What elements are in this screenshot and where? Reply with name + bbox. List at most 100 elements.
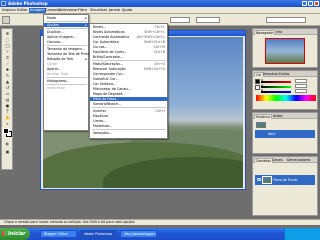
- option-field[interactable]: [170, 17, 190, 23]
- option-field[interactable]: [196, 17, 220, 23]
- background-color-chip[interactable]: [255, 85, 260, 90]
- menu-editar[interactable]: Editar: [16, 8, 29, 13]
- status-bar: Clique e arraste para mover camada ou se…: [0, 219, 320, 225]
- image-menu-item-tamanho-tela[interactable]: Tamanho da Tela de Pintura...: [44, 52, 96, 56]
- menu-item-label: Brilho/Contraste...: [93, 55, 123, 59]
- red-value-field[interactable]: [295, 79, 307, 83]
- tab-acoes[interactable]: Ações: [272, 114, 283, 119]
- adjust-item-posterizar[interactable]: Posterizar...: [90, 124, 168, 128]
- adjust-item-curvas[interactable]: Curvas... Ctrl+M: [90, 45, 168, 49]
- stamp-tool-icon[interactable]: ▲: [3, 79, 12, 84]
- start-button[interactable]: Iniciar: [0, 228, 30, 240]
- history-snapshot[interactable]: [255, 121, 315, 129]
- blue-slider[interactable]: [261, 91, 291, 93]
- marquee-tool-icon[interactable]: ⬚: [3, 37, 12, 42]
- blue-value-field[interactable]: [295, 89, 307, 93]
- adjust-item-sombra-realce[interactable]: Sombra/Realce...: [90, 102, 168, 106]
- adjust-item-contraste-automatico[interactable]: Contraste Automático Alt+Shift+Ctrl+L: [90, 35, 168, 39]
- visibility-eye-icon[interactable]: [257, 178, 261, 181]
- screen-mode-icon[interactable]: ▣: [3, 149, 12, 154]
- image-menu-item-aparar[interactable]: Aparar...: [44, 67, 89, 71]
- menu-filtro[interactable]: Filtro: [77, 8, 88, 13]
- history-brush-tool-icon[interactable]: ↺: [3, 85, 12, 90]
- taskbar-item-photoshop[interactable]: Adobe Photoshop: [80, 230, 117, 238]
- image-menu-item-rotacao[interactable]: Rotação de Tela ▸: [44, 57, 89, 61]
- dodge-tool-icon[interactable]: ●: [3, 103, 12, 108]
- tab-amostras[interactable]: Amostras: [262, 72, 279, 77]
- menu-janela[interactable]: Janela: [108, 8, 121, 13]
- image-menu-item-revelar-tudo: Revelar Tudo: [47, 72, 69, 76]
- layers-panel: Camadas Canais Demarcadores Plano de Fun…: [252, 156, 318, 216]
- eraser-tool-icon[interactable]: ▭: [3, 91, 12, 96]
- image-menu-item-aplicar-imagem[interactable]: Aplicar Imagem...: [44, 35, 89, 39]
- hand-tool-icon[interactable]: ✋: [3, 115, 12, 120]
- palette-well[interactable]: [266, 17, 306, 23]
- green-slider[interactable]: [261, 86, 291, 88]
- menu-item-label: Mapa de Degradê...: [93, 92, 126, 96]
- menu-ajuda[interactable]: Ajuda: [121, 8, 133, 13]
- adjust-item-equilibrio-cores[interactable]: Equilíbrio de Cores... Ctrl+B: [90, 50, 168, 54]
- history-item[interactable]: Abrir: [255, 130, 315, 138]
- adjust-item-cor-automatica[interactable]: Cor Automática Shift+Ctrl+B: [90, 40, 168, 44]
- adjust-item-remover-saturacao[interactable]: Remover Saturação Shift+Ctrl+U: [90, 67, 168, 71]
- menu-visualizar[interactable]: Visualizar: [89, 8, 108, 13]
- image-menu-item-ajustes[interactable]: Ajustes ▸: [44, 23, 89, 27]
- adjust-item-brilho-contraste[interactable]: Brilho/Contraste...: [90, 55, 168, 59]
- menu-arquivo[interactable]: Arquivo: [1, 8, 17, 13]
- image-menu-item-modo[interactable]: Modo ▸: [44, 16, 89, 20]
- slice-tool-icon[interactable]: ⟋: [3, 61, 12, 66]
- tab-estilos[interactable]: Estilos: [278, 72, 290, 77]
- crop-tool-icon[interactable]: ⌗: [3, 55, 12, 60]
- adjust-item-corresponder-cor[interactable]: Corresponder Cor...: [90, 72, 168, 76]
- adjust-item-matiz-saturacao[interactable]: Matiz/Saturação... Ctrl+U: [90, 62, 168, 66]
- foreground-color-chip[interactable]: [255, 79, 260, 84]
- minimize-button[interactable]: [302, 1, 307, 6]
- submenu-arrow-icon: ▸: [85, 57, 87, 61]
- foreground-color-swatch[interactable]: [3, 128, 9, 134]
- tool-preset-picker[interactable]: [2, 16, 10, 24]
- taskbar-item-browser[interactable]: http://www.blogger.com: [120, 230, 157, 238]
- healing-brush-tool-icon[interactable]: ✚: [3, 67, 12, 72]
- taskbar-item-blogger[interactable]: Blogger: Editor: [40, 230, 77, 238]
- tab-navegador[interactable]: Navegador: [254, 30, 276, 35]
- adjust-item-limiar[interactable]: Limiar...: [90, 119, 168, 123]
- adjust-item-niveis[interactable]: Níveis... Ctrl+L: [90, 25, 168, 29]
- menu-bar: Arquivo Editar Imagem Camada Selecionar …: [0, 7, 320, 14]
- adjust-item-misturador-canais[interactable]: Misturador de Canais...: [90, 87, 168, 91]
- close-button[interactable]: [314, 1, 319, 6]
- image-menu-item-duplicar[interactable]: Duplicar...: [44, 30, 89, 34]
- window-title: Adobe Photoshop: [8, 1, 48, 6]
- green-value-field[interactable]: [295, 84, 307, 88]
- adjust-item-inverter[interactable]: Inverter Ctrl+I: [90, 109, 168, 113]
- maximize-button[interactable]: [308, 1, 313, 6]
- adjust-item-niveis-automaticos[interactable]: Níveis Automáticos Shift+Ctrl+L: [90, 30, 168, 34]
- move-tool-icon[interactable]: ✥: [3, 31, 12, 36]
- adjust-item-variacoes[interactable]: Variações...: [90, 131, 168, 135]
- layer-row[interactable]: Plano de Fundo: [255, 175, 315, 185]
- adjust-item-mapa-degrade[interactable]: Mapa de Degradê...: [90, 92, 168, 96]
- menu-item-label: Cor Automática: [93, 40, 119, 44]
- submenu-arrow-icon: ▸: [85, 23, 87, 27]
- gradient-tool-icon[interactable]: ▤: [3, 97, 12, 102]
- color-ramp[interactable]: [256, 95, 316, 101]
- adjust-item-cor-seletiva[interactable]: Cor Seletiva...: [90, 82, 168, 86]
- image-menu-item-histograma[interactable]: Histograma...: [44, 79, 89, 83]
- lasso-tool-icon[interactable]: ◯: [3, 43, 12, 48]
- zoom-tool-icon[interactable]: ⌕: [3, 121, 12, 126]
- magic-wand-tool-icon[interactable]: ✧: [3, 49, 12, 54]
- tab-canais[interactable]: Canais: [271, 158, 284, 163]
- adjust-item-equalizar[interactable]: Equalizar: [90, 114, 168, 118]
- red-slider[interactable]: [261, 81, 291, 83]
- image-menu-item-tamanho-imagem[interactable]: Tamanho da Imagem...: [44, 47, 89, 51]
- tab-info[interactable]: Info: [275, 30, 283, 35]
- adjust-item-filtro-fotos[interactable]: Filtro de Fotos...: [90, 97, 168, 101]
- menu-selecionar[interactable]: Selecionar: [58, 8, 79, 13]
- type-tool-icon[interactable]: T: [3, 109, 12, 114]
- tab-demarcadores[interactable]: Demarcadores: [286, 158, 311, 163]
- navigator-thumbnail[interactable]: [265, 38, 305, 64]
- image-menu-item-calcular[interactable]: Calcular...: [44, 40, 89, 44]
- tab-historico[interactable]: Histórico: [254, 114, 273, 119]
- adjust-item-substituir-cor[interactable]: Substituir Cor...: [90, 77, 168, 81]
- quick-mask-icon[interactable]: ◐: [3, 141, 12, 146]
- brush-tool-icon[interactable]: ✎: [3, 73, 12, 78]
